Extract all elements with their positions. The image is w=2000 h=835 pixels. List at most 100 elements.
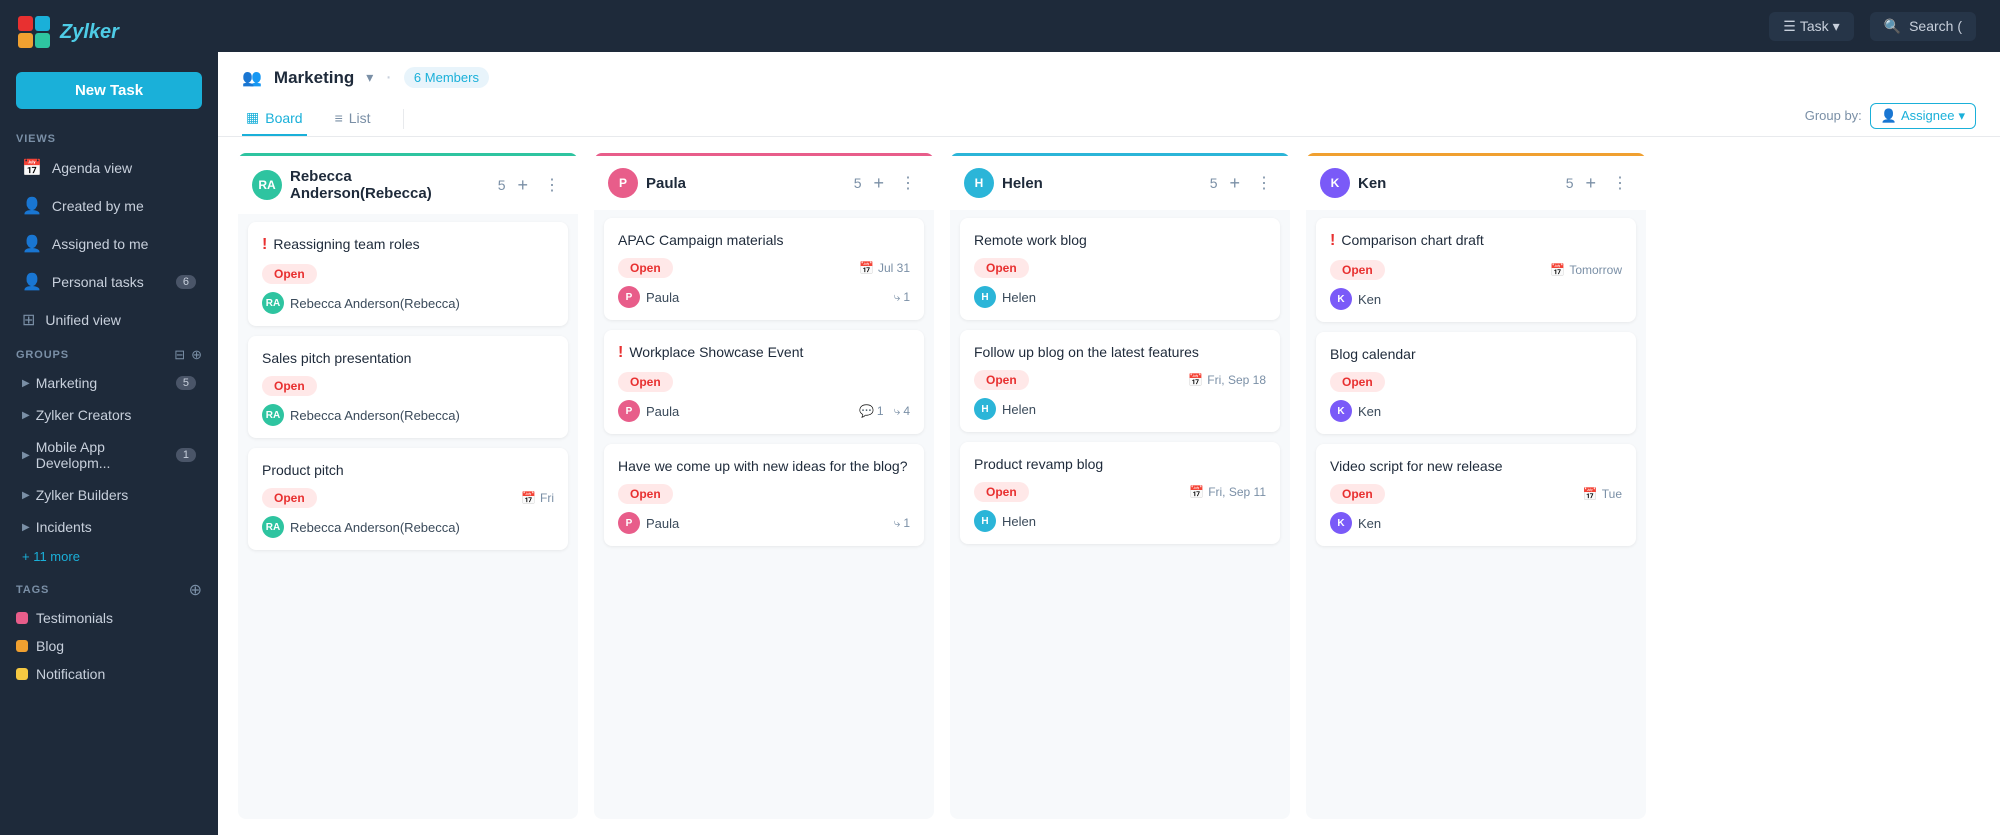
task-card[interactable]: Follow up blog on the latest featuresOpe… bbox=[960, 330, 1280, 432]
column-avatar-rebecca: RA bbox=[252, 170, 282, 200]
task-card[interactable]: Video script for new releaseOpen📅TueKKen bbox=[1316, 444, 1636, 546]
column-header-paula: PPaula5+⋮ bbox=[594, 153, 934, 210]
more-groups-link[interactable]: + 11 more bbox=[0, 543, 218, 570]
high-priority-icon: ! bbox=[1330, 232, 1335, 250]
comment-icon: 💬 bbox=[859, 404, 874, 418]
task-card[interactable]: Sales pitch presentationOpenRARebecca An… bbox=[248, 336, 568, 438]
card-footer: PPaula⤷ 1 bbox=[618, 512, 910, 534]
status-badge: Open bbox=[618, 484, 673, 504]
list-tab-icon: ≡ bbox=[335, 110, 343, 126]
personal-tasks-icon: 👤 bbox=[22, 272, 42, 292]
personal-tasks-badge: 6 bbox=[176, 275, 196, 289]
task-card[interactable]: Remote work blogOpenHHelen bbox=[960, 218, 1280, 320]
groups-header: GROUPS ⊟ ⊕ bbox=[0, 339, 218, 367]
new-task-button[interactable]: New Task bbox=[16, 72, 202, 109]
task-card[interactable]: Blog calendarOpenKKen bbox=[1316, 332, 1636, 434]
subtask-icon: ⤷ bbox=[894, 404, 901, 419]
column-menu-button-ken[interactable]: ⋮ bbox=[1608, 171, 1632, 195]
group-by-area: Group by: 👤 Assignee ▾ bbox=[1805, 103, 1976, 129]
card-status-row: Open bbox=[618, 372, 910, 392]
status-badge: Open bbox=[618, 258, 673, 278]
sidebar-item-unified-view[interactable]: ⊞ Unified view bbox=[6, 302, 212, 338]
sidebar-group-zylker-builders[interactable]: ▶ Zylker Builders bbox=[6, 480, 212, 510]
group-by-select[interactable]: 👤 Assignee ▾ bbox=[1870, 103, 1976, 129]
status-badge: Open bbox=[974, 258, 1029, 278]
card-assignee: HHelen bbox=[974, 398, 1036, 420]
card-footer: RARebecca Anderson(Rebecca) bbox=[262, 292, 554, 314]
card-title: !Reassigning team roles bbox=[262, 236, 554, 254]
column-cards-helen: Remote work blogOpenHHelenFollow up blog… bbox=[950, 210, 1290, 819]
card-footer: HHelen bbox=[974, 286, 1266, 308]
tab-list[interactable]: ≡ List bbox=[331, 102, 375, 136]
add-tag-icon[interactable]: ⊕ bbox=[189, 580, 202, 600]
calendar-icon: 📅 bbox=[521, 491, 536, 505]
card-assignee: PPaula bbox=[618, 400, 679, 422]
assignee-avatar: RA bbox=[262, 292, 284, 314]
task-card[interactable]: Product revamp blogOpen📅Fri, Sep 11HHele… bbox=[960, 442, 1280, 544]
tag-testimonials[interactable]: Testimonials bbox=[0, 604, 218, 632]
column-paula: PPaula5+⋮APAC Campaign materialsOpen📅Jul… bbox=[594, 153, 934, 819]
card-stats: ⤷ 1 bbox=[894, 516, 910, 531]
search-button[interactable]: 🔍 Search ( bbox=[1870, 12, 1976, 41]
column-add-button-helen[interactable]: + bbox=[1225, 171, 1244, 196]
status-badge: Open bbox=[262, 488, 317, 508]
sidebar-group-incidents[interactable]: ▶ Incidents bbox=[6, 512, 212, 542]
task-card[interactable]: !Comparison chart draftOpen📅TomorrowKKen bbox=[1316, 218, 1636, 322]
high-priority-icon: ! bbox=[618, 344, 623, 362]
column-avatar-ken: K bbox=[1320, 168, 1350, 198]
tag-blog[interactable]: Blog bbox=[0, 632, 218, 660]
task-card[interactable]: APAC Campaign materialsOpen📅Jul 31PPaula… bbox=[604, 218, 924, 320]
column-cards-rebecca: !Reassigning team roles Open RARebecca And… bbox=[238, 214, 578, 819]
task-card[interactable]: Have we come up with new ideas for the b… bbox=[604, 444, 924, 546]
tab-board[interactable]: ▦ Board bbox=[242, 101, 307, 136]
project-title-row: 👥 Marketing ▾ · 6 Members bbox=[242, 66, 1976, 89]
card-footer: HHelen bbox=[974, 510, 1266, 532]
add-group-icon[interactable]: ⊕ bbox=[191, 347, 202, 363]
column-helen: HHelen5+⋮Remote work blogOpenHHelenFollo… bbox=[950, 153, 1290, 819]
filter-icon[interactable]: ⊟ bbox=[174, 347, 185, 363]
task-card[interactable]: !Workplace Showcase EventOpenPPaula💬 1⤷ … bbox=[604, 330, 924, 434]
tabs-row: ▦ Board ≡ List Group by: 👤 Assignee ▾ bbox=[242, 101, 1976, 136]
task-dropdown-button[interactable]: ☰ Task ▾ bbox=[1769, 12, 1853, 41]
marketing-chevron-icon: ▶ bbox=[22, 378, 30, 389]
task-card[interactable]: Product pitchOpen📅FriRARebecca Anderson(… bbox=[248, 448, 568, 550]
column-menu-button-rebecca[interactable]: ⋮ bbox=[540, 173, 564, 197]
column-header-rebecca: RARebecca Anderson(Rebecca)5+⋮ bbox=[238, 153, 578, 214]
column-add-button-ken[interactable]: + bbox=[1581, 171, 1600, 196]
card-footer: KKen bbox=[1330, 400, 1622, 422]
card-status-row: Open📅Tomorrow bbox=[1330, 260, 1622, 280]
assignee-avatar: H bbox=[974, 286, 996, 308]
status-badge: Open bbox=[1330, 372, 1385, 392]
sidebar-item-created-by-me[interactable]: 👤 Created by me bbox=[6, 188, 212, 224]
assignee-avatar: P bbox=[618, 512, 640, 534]
zylker-logo-icon bbox=[16, 14, 52, 50]
sidebar-item-assigned-to-me[interactable]: 👤 Assigned to me bbox=[6, 226, 212, 262]
mobile-app-chevron-icon: ▶ bbox=[22, 450, 30, 461]
tag-notification[interactable]: Notification bbox=[0, 660, 218, 688]
card-status-row: Open bbox=[618, 484, 910, 504]
marketing-badge: 5 bbox=[176, 376, 196, 390]
sidebar-group-zylker-creators[interactable]: ▶ Zylker Creators bbox=[6, 400, 212, 430]
blog-dot bbox=[16, 640, 28, 652]
calendar-icon: 📅 bbox=[1189, 485, 1204, 499]
card-title: Video script for new release bbox=[1330, 458, 1622, 474]
sidebar-group-marketing[interactable]: ▶ Marketing 5 bbox=[6, 368, 212, 398]
assignee-avatar: H bbox=[974, 398, 996, 420]
task-card[interactable]: !Reassigning team rolesOpenRARebecca And… bbox=[248, 222, 568, 326]
card-status-row: Open📅Fri, Sep 18 bbox=[974, 370, 1266, 390]
project-dropdown-icon[interactable]: ▾ bbox=[366, 69, 373, 86]
column-menu-button-helen[interactable]: ⋮ bbox=[1252, 171, 1276, 195]
sidebar-item-agenda[interactable]: 📅 Agenda view bbox=[6, 150, 212, 186]
sidebar-group-mobile-app[interactable]: ▶ Mobile App Developm... 1 bbox=[6, 432, 212, 478]
column-add-button-paula[interactable]: + bbox=[869, 171, 888, 196]
card-status-row: Open📅Fri, Sep 11 bbox=[974, 482, 1266, 502]
calendar-icon: 📅 bbox=[1583, 487, 1598, 501]
main-panel: ☰ Task ▾ 🔍 Search ( 👥 Marketing ▾ · 6 Me… bbox=[218, 0, 2000, 835]
column-add-button-rebecca[interactable]: + bbox=[513, 173, 532, 198]
column-count-helen: 5 bbox=[1210, 175, 1218, 191]
board: RARebecca Anderson(Rebecca) 5 + ⋮ !Reassigni… bbox=[218, 137, 2000, 835]
logo-area: Zylker bbox=[0, 0, 218, 64]
sidebar-item-personal-tasks[interactable]: 👤 Personal tasks 6 bbox=[6, 264, 212, 300]
column-menu-button-paula[interactable]: ⋮ bbox=[896, 171, 920, 195]
card-title: APAC Campaign materials bbox=[618, 232, 910, 248]
